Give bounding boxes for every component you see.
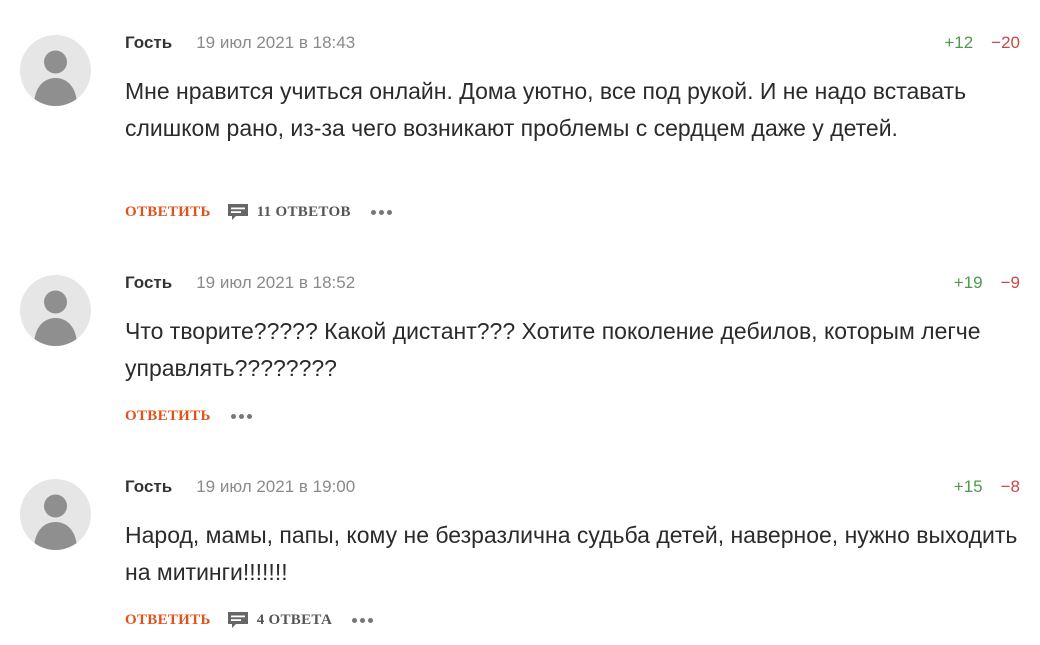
speech-bubble-icon xyxy=(227,612,248,628)
comment-header: Гость 19 июл 2021 в 19:00 +15 −8 xyxy=(125,475,1020,499)
reply-button[interactable]: ОТВЕТИТЬ xyxy=(125,612,211,629)
comment-actions: ОТВЕТИТЬ 4 ОТВЕТА xyxy=(125,609,374,631)
comment-actions: ОТВЕТИТЬ 11 ОТВЕТОВ xyxy=(125,201,392,223)
replies-toggle[interactable]: 4 ОТВЕТА xyxy=(227,611,332,629)
comment-author[interactable]: Гость xyxy=(125,477,172,497)
upvote-button[interactable]: +12 xyxy=(944,33,973,53)
speech-bubble-icon xyxy=(227,204,248,220)
reply-button[interactable]: ОТВЕТИТЬ xyxy=(125,204,211,221)
comment-text: Что творите????? Какой дистант??? Хотите… xyxy=(125,318,981,381)
comment-actions: ОТВЕТИТЬ xyxy=(125,405,252,427)
user-silhouette-icon xyxy=(34,290,77,346)
comment-date: 19 июл 2021 в 19:00 xyxy=(196,477,356,496)
comment-votes: +12 −20 xyxy=(944,33,1020,53)
more-options-button[interactable] xyxy=(370,204,392,220)
downvote-button[interactable]: −8 xyxy=(1001,477,1020,497)
upvote-button[interactable]: +19 xyxy=(954,273,983,293)
replies-count: 4 ОТВЕТА xyxy=(256,611,333,628)
more-options-button[interactable] xyxy=(230,408,252,424)
comment-votes: +19 −9 xyxy=(954,273,1020,293)
downvote-button[interactable]: −9 xyxy=(1001,273,1020,293)
ellipsis-icon xyxy=(370,209,376,215)
user-silhouette-icon xyxy=(34,50,77,106)
upvote-button[interactable]: +15 xyxy=(954,477,983,497)
comment-author[interactable]: Гость xyxy=(125,33,172,53)
reply-button[interactable]: ОТВЕТИТЬ xyxy=(125,408,211,425)
avatar[interactable] xyxy=(20,275,91,346)
replies-toggle[interactable]: 11 ОТВЕТОВ xyxy=(227,203,351,221)
comment-text: Народ, мамы, папы, кому не безразлична с… xyxy=(125,522,1018,585)
comment-text: Мне нравится учиться онлайн. Дома уютно,… xyxy=(125,78,967,141)
comment-votes: +15 −8 xyxy=(954,477,1020,497)
avatar[interactable] xyxy=(20,479,91,550)
comment-author[interactable]: Гость xyxy=(125,273,172,293)
downvote-button[interactable]: −20 xyxy=(991,33,1020,53)
ellipsis-icon xyxy=(230,413,236,419)
replies-count: 11 ОТВЕТОВ xyxy=(256,203,351,220)
avatar[interactable] xyxy=(20,35,91,106)
comment-header: Гость 19 июл 2021 в 18:52 +19 −9 xyxy=(125,271,1020,295)
comment-header: Гость 19 июл 2021 в 18:43 +12 −20 xyxy=(125,31,1020,55)
comment-date: 19 июл 2021 в 18:43 xyxy=(196,33,356,52)
comment-date: 19 июл 2021 в 18:52 xyxy=(196,273,356,292)
comments-list: Гость 19 июл 2021 в 18:43 +12 −20 Мне нр… xyxy=(0,0,1040,645)
more-options-button[interactable] xyxy=(352,612,374,628)
ellipsis-icon xyxy=(352,617,358,623)
user-silhouette-icon xyxy=(34,494,77,550)
